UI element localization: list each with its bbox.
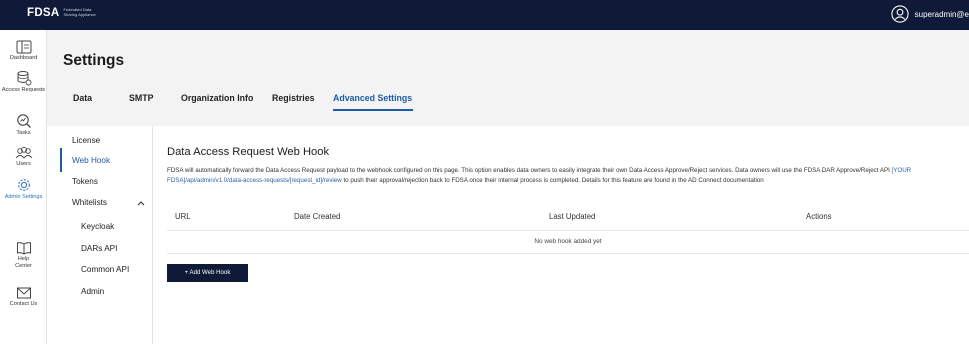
user-menu[interactable]: superadmin@e (890, 5, 969, 23)
subnav-item-license[interactable]: License (72, 136, 100, 145)
nav-label-admin-settings: Admin Settings (4, 194, 43, 200)
chevron-up-icon[interactable] (137, 200, 145, 206)
tasks-magnifier-icon (16, 114, 31, 128)
nav-item-tasks[interactable]: Tasks (0, 113, 47, 137)
nav-item-help-center[interactable]: Help Center (0, 241, 47, 269)
users-icon (15, 146, 32, 159)
book-icon (16, 242, 31, 255)
subnav-item-web-hook[interactable]: Web Hook (72, 156, 110, 165)
dashboard-icon (16, 40, 31, 54)
left-navigation: Dashboard Access Requests Tasks Users Ad… (0, 30, 47, 344)
user-name: superadmin@e (914, 9, 969, 19)
subnav-item-whitelists[interactable]: Whitelists (72, 198, 107, 207)
logo-text: FDSA (27, 7, 60, 19)
table-empty-row: No web hook added yet (167, 232, 969, 254)
subnav-item-keycloak[interactable]: Keycloak (81, 222, 114, 231)
nav-label-contact-us: Contact Us (9, 301, 38, 307)
tab-smtp[interactable]: SMTP (129, 93, 153, 103)
description-text-2: to push their approval/rejection back to… (341, 177, 764, 185)
subnav-item-tokens[interactable]: Tokens (72, 177, 98, 186)
column-actions: Actions (806, 212, 832, 221)
nav-item-admin-settings[interactable]: Admin Settings (0, 177, 47, 201)
description-text-1: FDSA will automatically forward the Data… (167, 167, 892, 174)
nav-label-help-center: Help Center (15, 256, 32, 269)
tab-advanced-settings[interactable]: Advanced Settings (333, 93, 412, 103)
subnav-active-indicator (60, 148, 62, 172)
subnav-item-admin[interactable]: Admin (81, 287, 104, 296)
page-title: Settings (63, 52, 125, 69)
web-hook-panel: Data Access Request Web Hook FDSA will a… (154, 126, 969, 344)
tab-data[interactable]: Data (73, 93, 92, 103)
subnav-item-common-api[interactable]: Common API (81, 265, 129, 274)
logo-subtext: Federated Data Sharing Appliance (63, 7, 96, 17)
top-bar: FDSA Federated Data Sharing Appliance su… (0, 0, 969, 30)
tab-organization-info[interactable]: Organization Info (181, 93, 253, 103)
advanced-settings-subnav: License Web Hook Tokens Whitelists Keycl… (47, 126, 153, 344)
column-url: URL (175, 212, 191, 221)
nav-item-contact-us[interactable]: Contact Us (0, 286, 47, 308)
nav-item-access-requests[interactable]: Access Requests (0, 70, 47, 94)
mail-icon (16, 287, 31, 299)
tab-registries[interactable]: Registries (272, 93, 315, 103)
add-web-hook-button[interactable]: + Add Web Hook (167, 264, 248, 282)
fdsa-logo[interactable]: FDSA Federated Data Sharing Appliance (27, 7, 104, 19)
web-hook-table-header: URL Date Created Last Updated Actions (167, 205, 969, 231)
section-title: Data Access Request Web Hook (167, 146, 330, 158)
nav-label-users: Users (16, 161, 31, 167)
nav-label-access-requests: Access Requests (1, 87, 46, 93)
nav-item-users[interactable]: Users (0, 146, 47, 168)
active-tab-indicator (333, 109, 413, 111)
subnav-item-dars-api[interactable]: DARs API (81, 244, 117, 253)
settings-header: Settings Data SMTP Organization Info Reg… (47, 30, 969, 126)
nav-item-dashboard[interactable]: Dashboard (0, 40, 47, 62)
column-date-created: Date Created (294, 212, 341, 221)
database-access-icon (17, 71, 31, 86)
web-hook-description: FDSA will automatically forward the Data… (167, 166, 967, 187)
nav-label-dashboard: Dashboard (9, 55, 38, 61)
gear-icon (17, 179, 30, 191)
empty-state-text: No web hook added yet (534, 238, 602, 245)
column-last-updated: Last Updated (549, 212, 596, 221)
nav-label-tasks: Tasks (16, 130, 31, 136)
user-circle-icon (890, 5, 909, 23)
